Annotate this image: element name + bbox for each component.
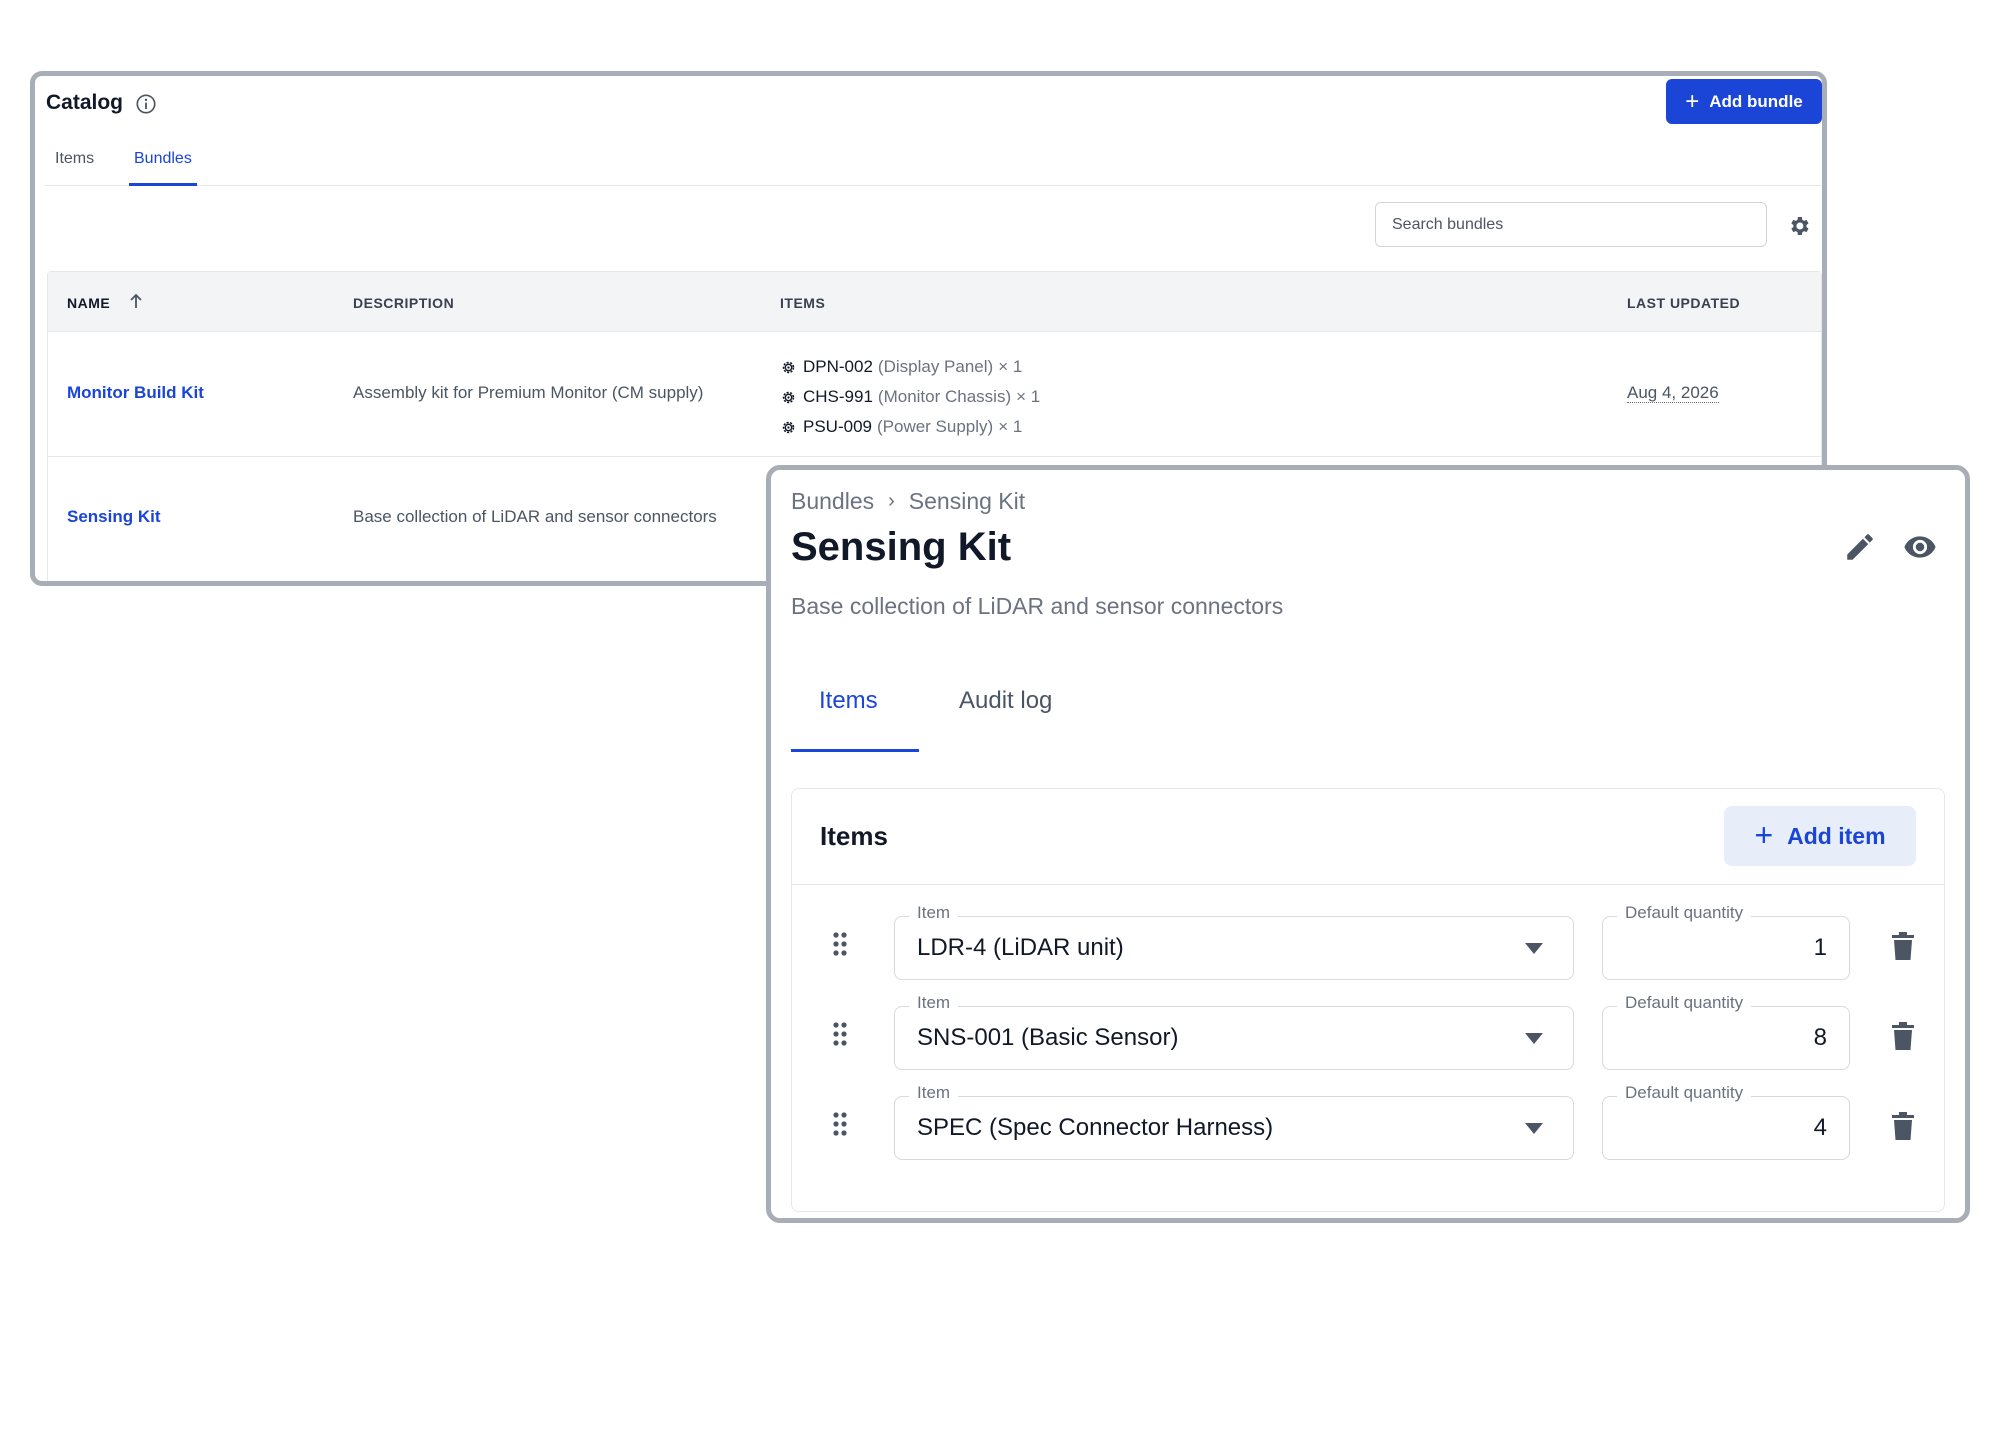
item-code: CHS-991 [803,387,873,406]
bundle-detail-window: Bundles › Sensing Kit Sensing Kit Base c… [766,465,1970,1223]
column-header-name[interactable]: NAME [67,295,110,311]
column-header-items: ITEMS [780,295,826,311]
item-select[interactable]: Item SPEC (Spec Connector Harness) [894,1083,1574,1160]
quantity-field[interactable]: Default quantity 1 [1602,903,1850,980]
trash-icon[interactable] [1892,1022,1914,1050]
add-bundle-label: Add bundle [1709,91,1803,111]
cog-icon [782,391,795,403]
item-select-value: LDR-4 (LiDAR unit) [917,934,1124,961]
plus-icon: + [1754,816,1774,853]
item-select[interactable]: Item SNS-001 (Basic Sensor) [894,993,1574,1070]
table-header: NAME DESCRIPTION ITEMS LAST UPDATED [48,272,1821,332]
items-card-header: Items + Add item [792,789,1944,885]
bundle-name-link[interactable]: Sensing Kit [67,507,161,527]
item-name: (Power Supply) [876,417,994,436]
breadcrumb-root-link[interactable]: Bundles [791,488,874,515]
column-header-description: DESCRIPTION [353,295,455,311]
quantity-value: 4 [1813,1114,1827,1141]
chevron-down-icon[interactable] [1525,1123,1543,1134]
add-item-label: Add item [1787,822,1886,849]
tab-items[interactable]: Items [791,680,919,752]
bundle-title: Sensing Kit [791,525,1012,569]
bundle-description: Assembly kit for Premium Monitor (CM sup… [353,383,704,402]
catalog-tabs: Items Bundles [45,144,1822,186]
pencil-icon[interactable] [1843,530,1877,564]
bundle-items-list: DPN-002 (Display Panel) × 1 CHS-991 (Mon… [780,352,1040,442]
page-title: Catalog [46,91,124,114]
item-code: DPN-002 [803,357,873,376]
items-card-title: Items [820,821,888,851]
list-item: DPN-002 (Display Panel) × 1 [780,352,1040,382]
list-item: CHS-991 (Monitor Chassis) × 1 [780,382,1040,412]
item-quantity: × 1 [998,417,1023,436]
bundle-description: Base collection of LiDAR and sensor conn… [353,507,717,526]
breadcrumb-separator: › [888,490,895,512]
info-icon[interactable] [135,93,157,115]
breadcrumb: Bundles › Sensing Kit [791,488,1025,515]
item-select-label: Item [909,1083,959,1103]
breadcrumb-current: Sensing Kit [908,488,1026,514]
item-quantity: × 1 [998,357,1023,376]
sort-arrow-up-icon[interactable] [126,291,146,311]
add-item-button[interactable]: + Add item [1724,806,1916,866]
quantity-field-label: Default quantity [1617,903,1752,923]
gear-icon[interactable] [1787,214,1811,238]
catalog-header: Catalog + Add bundle [35,76,1822,136]
trash-icon[interactable] [1892,1112,1914,1140]
cog-icon [782,361,795,373]
bundle-line-row: Item SNS-001 (Basic Sensor) Default quan… [792,993,1944,1074]
tab-items[interactable]: Items [50,144,99,186]
quantity-field[interactable]: Default quantity 8 [1602,993,1850,1070]
search-input[interactable] [1375,202,1767,247]
table-row[interactable]: Monitor Build Kit Assembly kit for Premi… [48,332,1821,457]
cog-icon [782,421,795,433]
drag-handle-icon[interactable] [832,931,848,957]
quantity-value: 1 [1813,934,1827,961]
item-select-label: Item [909,903,959,923]
drag-handle-icon[interactable] [832,1111,848,1137]
eye-icon[interactable] [1901,530,1939,564]
quantity-field[interactable]: Default quantity 4 [1602,1083,1850,1160]
drag-handle-icon[interactable] [832,1021,848,1047]
item-select-value: SPEC (Spec Connector Harness) [917,1114,1274,1141]
quantity-field-label: Default quantity [1617,993,1752,1013]
quantity-value: 8 [1813,1024,1827,1051]
detail-tabs: Items Audit log [791,680,1091,752]
list-item: PSU-009 (Power Supply) × 1 [780,412,1040,442]
trash-icon[interactable] [1892,932,1914,960]
item-select[interactable]: Item LDR-4 (LiDAR unit) [894,903,1574,980]
chevron-down-icon[interactable] [1525,1033,1543,1044]
bundle-line-row: Item SPEC (Spec Connector Harness) Defau… [792,1083,1944,1164]
add-bundle-button[interactable]: + Add bundle [1666,79,1822,124]
item-select-value: SNS-001 (Basic Sensor) [917,1024,1179,1051]
tab-audit-log[interactable]: Audit log [919,680,1080,752]
tab-bundles[interactable]: Bundles [129,144,197,186]
items-card: Items + Add item Item LDR-4 (LiDAR unit)… [791,788,1945,1212]
chevron-down-icon[interactable] [1525,943,1543,954]
bundle-description: Base collection of LiDAR and sensor conn… [791,593,1284,619]
last-updated-date: Aug 4, 2026 [1627,383,1719,403]
bundle-line-row: Item LDR-4 (LiDAR unit) Default quantity… [792,903,1944,984]
item-quantity: × 1 [1016,387,1041,406]
item-select-label: Item [909,993,959,1013]
item-name: (Display Panel) [877,357,994,376]
plus-icon: + [1685,87,1700,115]
quantity-field-label: Default quantity [1617,1083,1752,1103]
item-name: (Monitor Chassis) [877,387,1012,406]
column-header-last-updated: LAST UPDATED [1627,295,1741,311]
item-code: PSU-009 [803,417,872,436]
bundle-name-link[interactable]: Monitor Build Kit [67,383,204,403]
